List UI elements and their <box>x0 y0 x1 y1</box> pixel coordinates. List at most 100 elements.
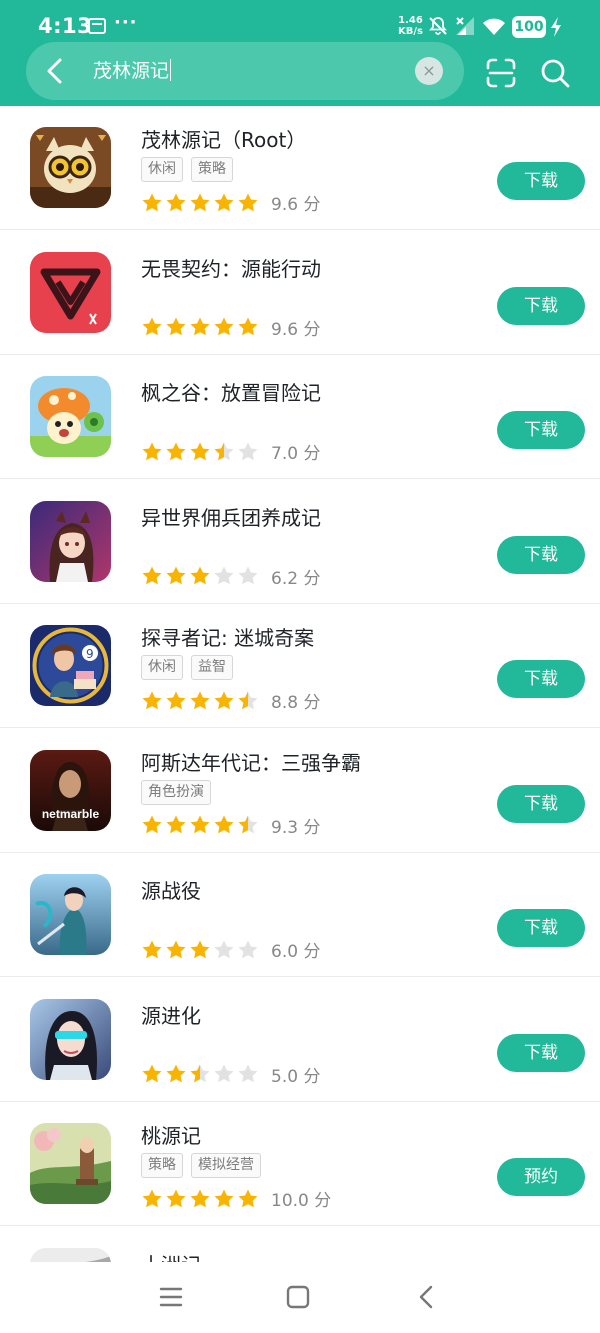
app-tag: 角色扮演 <box>141 779 211 805</box>
app-score: 8.8 分 <box>271 693 321 713</box>
app-icon[interactable] <box>30 1123 111 1204</box>
app-icon[interactable] <box>30 998 111 1080</box>
search-query: 茂林源记 <box>93 60 170 82</box>
app-title[interactable]: 阿斯达年代记：三强争霸 <box>141 747 361 776</box>
star-empty-icon <box>238 1064 258 1083</box>
star-full-icon <box>166 442 186 460</box>
charging-icon <box>551 17 561 37</box>
download-button[interactable]: 下载 <box>497 535 585 574</box>
app-list-item[interactable]: 9 探寻者记: 迷城奇案 休闲 益智 8.8 分 下载 <box>0 604 600 728</box>
download-button[interactable]: 下载 <box>497 909 585 947</box>
home-icon[interactable] <box>285 1284 311 1310</box>
app-rating: 6.2 分 <box>141 564 320 589</box>
reserve-button[interactable]: 预约 <box>497 1158 585 1196</box>
star-full-icon <box>142 691 162 709</box>
star-full-icon <box>142 940 162 958</box>
star-full-icon <box>190 691 210 709</box>
app-list-item[interactable]: 源进化 5.0 分 下载 <box>0 978 600 1102</box>
app-tag: 策略 <box>141 1153 183 1178</box>
app-icon[interactable]: 9 <box>30 625 111 706</box>
svg-text:9: 9 <box>86 647 94 661</box>
app-icon[interactable] <box>30 127 111 208</box>
app-title[interactable]: 异世界佣兵团养成记 <box>141 502 321 531</box>
star-half-icon <box>238 815 258 834</box>
app-score: 7.0 分 <box>271 444 321 464</box>
rating-stars <box>141 939 259 961</box>
app-title[interactable]: 探寻者记: 迷城奇案 <box>141 622 314 651</box>
app-list-item[interactable]: 源战役 6.0 分 下载 <box>0 853 600 977</box>
app-icon[interactable] <box>30 251 111 333</box>
text-cursor <box>170 59 172 81</box>
star-full-icon <box>166 691 186 709</box>
rating-stars <box>141 690 259 712</box>
star-full-icon <box>166 317 186 336</box>
app-score: 5.0 分 <box>271 1066 321 1087</box>
search-input[interactable]: 茂林源记 <box>93 58 172 84</box>
app-tags: 策略 模拟经营 <box>141 1153 261 1178</box>
app-icon[interactable]: netmarble <box>30 749 111 831</box>
rating-stars <box>141 192 259 214</box>
star-full-icon <box>166 193 186 211</box>
download-button[interactable]: 下载 <box>497 660 585 698</box>
download-button[interactable]: 下载 <box>497 1033 585 1072</box>
app-title[interactable]: 源战役 <box>141 875 201 904</box>
menu-icon[interactable] <box>158 1284 184 1310</box>
app-icon[interactable] <box>30 874 111 955</box>
download-button[interactable]: 下载 <box>497 411 585 449</box>
star-full-icon <box>190 940 210 958</box>
star-full-icon <box>214 317 234 336</box>
download-button[interactable]: 下载 <box>497 162 585 200</box>
app-rating: 7.0 分 <box>141 439 320 464</box>
star-full-icon <box>214 691 234 709</box>
clear-search-button[interactable]: × <box>415 57 443 85</box>
app-icon[interactable] <box>30 376 111 457</box>
app-rating: 9.6 分 <box>141 315 320 340</box>
app-title[interactable]: 桃源记 <box>141 1120 201 1149</box>
app-list-item[interactable]: 枫之谷：放置冒险记 7.0 分 下载 <box>0 355 600 479</box>
app-rating: 6.0 分 <box>141 937 320 962</box>
app-list-item[interactable]: netmarble 阿斯达年代记：三强争霸 角色扮演 9.3 分 下载 <box>0 729 600 853</box>
star-empty-icon <box>238 940 258 958</box>
app-list-item[interactable]: 异世界佣兵团养成记 6.2 分 下载 <box>0 480 600 604</box>
app-list-item[interactable]: 茂林源记（Root） 休闲 策略 9.6 分 下载 <box>0 106 600 230</box>
mute-bell-icon <box>429 17 447 35</box>
app-rating: 5.0 分 <box>141 1062 320 1087</box>
star-full-icon <box>142 317 162 336</box>
search-icon[interactable] <box>538 56 572 90</box>
more-notifications-icon: ··· <box>114 12 138 33</box>
nav-back-icon[interactable] <box>414 1284 440 1310</box>
rating-stars <box>141 814 259 836</box>
app-tag: 休闲 <box>141 157 183 182</box>
star-empty-icon <box>214 940 234 958</box>
star-empty-icon <box>214 1064 234 1083</box>
app-rating: 8.8 分 <box>141 688 320 713</box>
download-button[interactable]: 下载 <box>497 784 585 823</box>
app-icon[interactable] <box>30 500 111 582</box>
rating-stars <box>141 316 259 338</box>
app-score: 9.3 分 <box>271 817 321 838</box>
app-list-item[interactable]: 桃源记 策略 模拟经营 10.0 分 预约 <box>0 1102 600 1226</box>
download-button[interactable]: 下载 <box>497 286 585 325</box>
network-speed-unit: KB/s <box>398 26 423 37</box>
app-title[interactable]: 枫之谷：放置冒险记 <box>141 377 321 406</box>
app-tags: 角色扮演 <box>141 779 211 805</box>
app-list-item[interactable]: 无畏契约：源能行动 9.6 分 下载 <box>0 231 600 355</box>
app-rating: 9.6 分 <box>141 190 320 215</box>
app-title[interactable]: 茂林源记（Root） <box>141 124 306 153</box>
star-full-icon <box>166 1189 186 1207</box>
app-title[interactable]: 源进化 <box>141 1000 201 1029</box>
rating-stars <box>141 1063 259 1085</box>
scan-icon[interactable] <box>484 56 518 90</box>
app-score: 6.0 分 <box>271 942 321 962</box>
search-bar[interactable] <box>26 42 464 100</box>
star-half-icon <box>190 1064 210 1083</box>
app-tag: 策略 <box>191 157 233 182</box>
battery-level: 100 <box>512 16 546 38</box>
app-title[interactable]: 无畏契约：源能行动 <box>141 253 321 282</box>
star-empty-icon <box>238 566 258 585</box>
star-full-icon <box>190 566 210 585</box>
star-empty-icon <box>214 566 234 585</box>
app-score: 9.6 分 <box>271 195 321 215</box>
back-arrow-icon[interactable] <box>38 54 72 88</box>
star-full-icon <box>214 193 234 211</box>
